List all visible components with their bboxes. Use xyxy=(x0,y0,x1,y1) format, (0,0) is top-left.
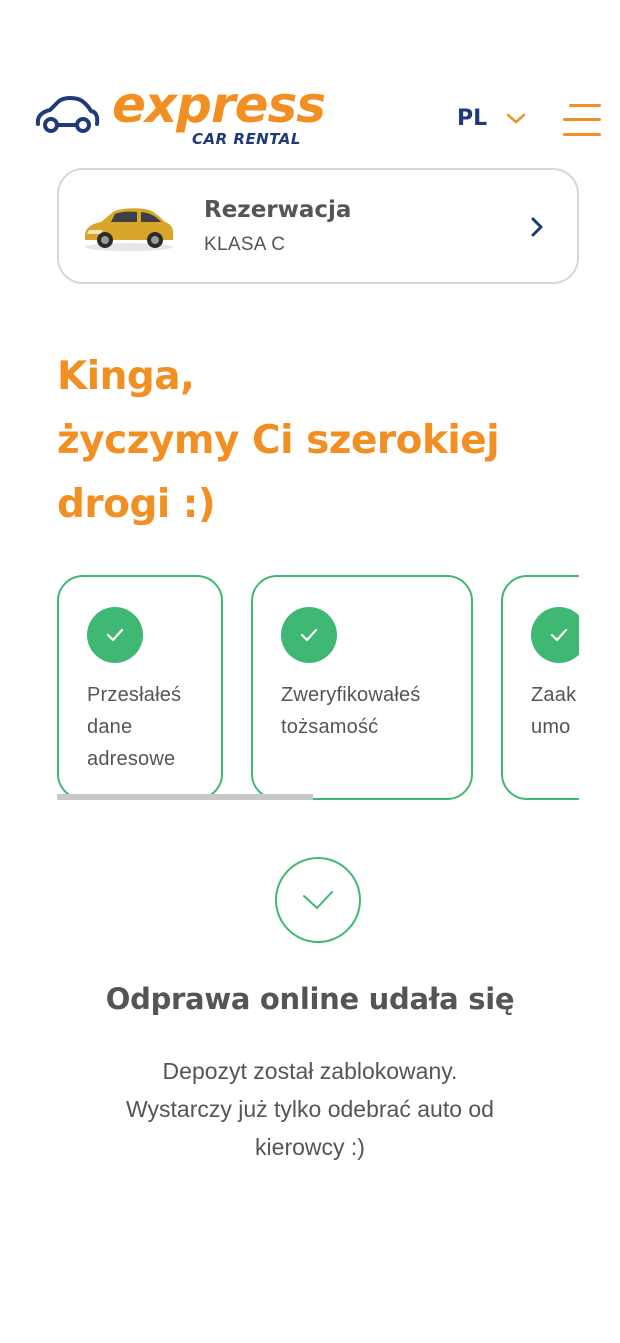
success-check-icon xyxy=(275,857,361,943)
chevron-down-icon xyxy=(506,113,526,123)
check-icon xyxy=(87,607,143,663)
reservation-title: Rezerwacja xyxy=(204,197,352,223)
menu-line xyxy=(569,104,601,107)
success-description-line: Depozyt został zablokowany. xyxy=(162,1058,458,1084)
step-label: Przesłałeś dane adresowe xyxy=(87,684,182,770)
step-card-agreement[interactable]: Zaak umo xyxy=(501,575,579,800)
menu-line xyxy=(563,118,601,121)
greeting-line: życzymy Ci szerokiej xyxy=(57,418,500,463)
check-icon xyxy=(531,607,579,663)
logo-wordmark: express xyxy=(112,76,326,134)
success-description: Depozyt został zablokowany. Wystarczy ju… xyxy=(40,1052,580,1166)
carousel-scrollbar[interactable] xyxy=(57,794,579,800)
success-description-line: kierowcy :) xyxy=(255,1134,365,1160)
step-label: Zaak umo xyxy=(531,684,577,738)
step-card-identity[interactable]: Zweryfikowałeś tożsamość xyxy=(251,575,473,800)
menu-line xyxy=(563,133,601,136)
app-header: express CAR RENTAL PL xyxy=(0,0,620,160)
success-title: Odprawa online udała się xyxy=(105,982,515,1016)
language-selector[interactable]: PL xyxy=(457,106,527,131)
express-car-rental-logo[interactable]: express CAR RENTAL xyxy=(34,80,334,152)
chevron-right-icon xyxy=(531,217,543,237)
success-description-line: Wystarczy już tylko odebrać auto od xyxy=(126,1096,494,1122)
car-class-label: KLASA C xyxy=(204,234,286,255)
logo-tagline: CAR RENTAL xyxy=(192,130,301,148)
step-card-address[interactable]: Przesłałeś dane adresowe xyxy=(57,575,223,800)
step-label: Zweryfikowałeś tożsamość xyxy=(281,684,421,738)
check-icon xyxy=(281,607,337,663)
menu-icon[interactable] xyxy=(563,102,603,138)
car-thumbnail xyxy=(85,208,174,251)
language-code: PL xyxy=(457,106,488,131)
steps-carousel[interactable]: Przesłałeś dane adresowe Zweryfikowałeś … xyxy=(57,575,579,803)
carousel-scrollbar-thumb[interactable] xyxy=(57,794,313,800)
car-outline-icon xyxy=(35,96,100,133)
greeting-line: drogi :) xyxy=(57,482,216,527)
greeting-line: Kinga, xyxy=(57,354,195,399)
reservation-card[interactable]: Rezerwacja KLASA C xyxy=(57,168,579,284)
greeting-heading: Kinga, życzymy Ci szerokiej drogi :) xyxy=(57,345,577,537)
